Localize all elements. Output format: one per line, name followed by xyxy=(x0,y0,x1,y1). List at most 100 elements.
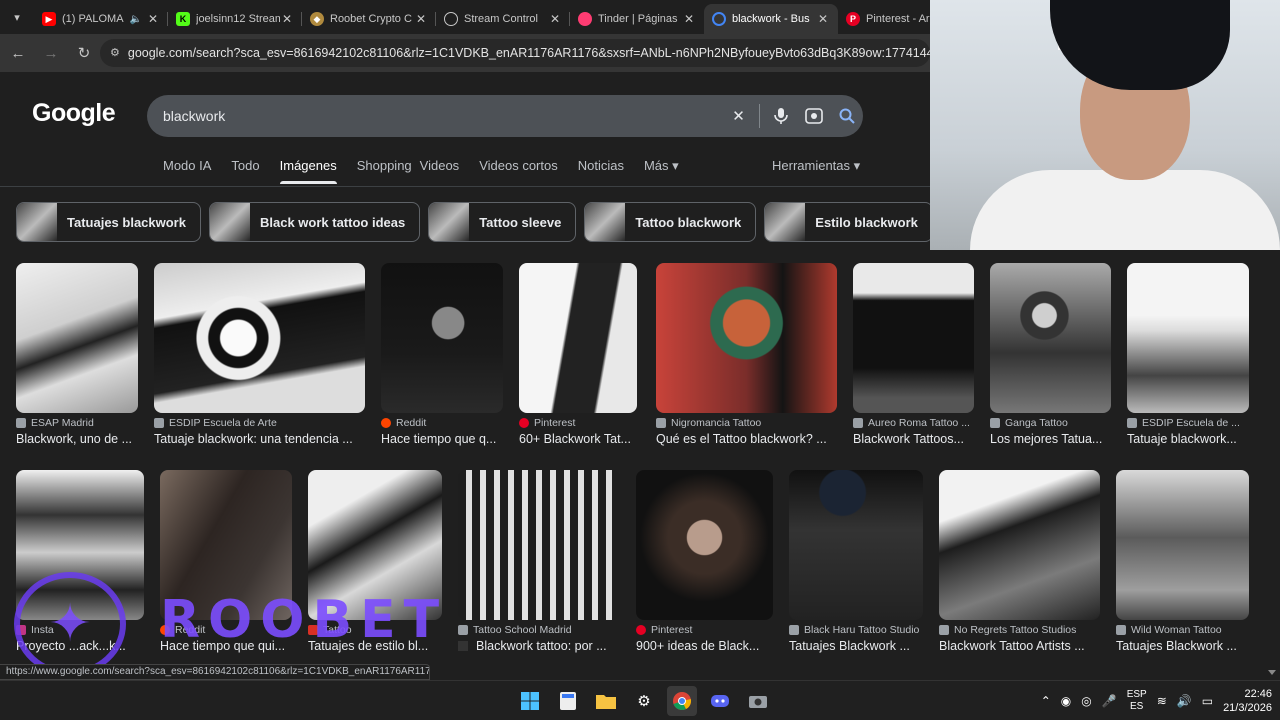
discord-icon[interactable] xyxy=(705,686,735,716)
chip[interactable]: Tattoo sleeve xyxy=(428,202,577,242)
site-favicon-icon xyxy=(16,418,26,428)
settings-app-icon[interactable]: ⚙ xyxy=(629,686,659,716)
tab-roobet[interactable]: ◆ Roobet Crypto C ✕ xyxy=(302,4,436,34)
result-image[interactable] xyxy=(939,470,1100,620)
result-caption[interactable]: Tatuajes Blackwork ... xyxy=(1116,639,1249,653)
webcam-overlay xyxy=(930,0,1280,250)
result-caption[interactable]: Blackwork, uno de ... xyxy=(16,432,138,446)
result-image[interactable] xyxy=(990,263,1111,413)
language-indicator[interactable]: ESP ES xyxy=(1127,689,1147,713)
chip-thumbnail xyxy=(17,203,57,241)
image-result[interactable]: ESDIP Escuela de Arte Tatuaje blackwork:… xyxy=(154,263,365,446)
close-tab-icon[interactable]: ✕ xyxy=(682,12,696,26)
result-caption[interactable]: Blackwork Tattoos... xyxy=(853,432,974,446)
image-result[interactable]: Pinterest 900+ ideas de Black... xyxy=(636,470,773,653)
calculator-icon[interactable] xyxy=(553,686,583,716)
search-input[interactable] xyxy=(163,108,722,124)
close-tab-icon[interactable]: ✕ xyxy=(414,12,428,26)
image-result[interactable]: Pinterest 60+ Blackwork Tat... xyxy=(519,263,637,446)
result-caption[interactable]: Qué es el Tattoo blackwork? ... xyxy=(656,432,837,446)
close-tab-icon[interactable]: ✕ xyxy=(816,12,830,26)
tab-todo[interactable]: Todo xyxy=(231,158,259,182)
close-tab-icon[interactable]: ✕ xyxy=(548,12,562,26)
address-bar[interactable]: ⚙ google.com/search?sca_esv=8616942102c8… xyxy=(100,39,930,67)
reload-icon[interactable]: ↻ xyxy=(69,38,99,68)
tab-search-menu-icon[interactable]: ▾ xyxy=(0,0,34,34)
result-image[interactable] xyxy=(16,263,138,413)
tab-youtube[interactable]: ▶ (1) PALOMA 🔈 ✕ xyxy=(34,4,168,34)
result-image[interactable] xyxy=(853,263,974,413)
image-result[interactable]: Wild Woman Tattoo Tatuajes Blackwork ... xyxy=(1116,470,1249,653)
chrome-icon[interactable] xyxy=(667,686,697,716)
discord-tray-icon[interactable]: ◉ xyxy=(1061,694,1071,708)
forward-icon[interactable]: → xyxy=(36,38,66,68)
image-result[interactable]: No Regrets Tattoo Studios Blackwork Tatt… xyxy=(939,470,1100,653)
close-tab-icon[interactable]: ✕ xyxy=(280,12,294,26)
result-caption[interactable]: 60+ Blackwork Tat... xyxy=(519,432,637,446)
chip[interactable]: Black work tattoo ideas xyxy=(208,202,421,242)
scroll-down-icon[interactable] xyxy=(1268,670,1276,675)
result-image[interactable] xyxy=(154,263,365,413)
tab-imagenes[interactable]: Imágenes xyxy=(279,158,337,184)
file-explorer-icon[interactable] xyxy=(591,686,621,716)
tab-title: Tinder | Páginas xyxy=(598,13,678,25)
result-caption[interactable]: Los mejores Tatua... xyxy=(990,432,1111,446)
battery-icon[interactable]: ▭ xyxy=(1202,694,1213,708)
clear-icon[interactable]: ✕ xyxy=(722,95,755,137)
volume-icon[interactable]: 🔊 xyxy=(1177,694,1192,708)
windows-start-icon[interactable] xyxy=(515,686,545,716)
google-logo[interactable]: Google xyxy=(32,99,116,128)
result-image[interactable] xyxy=(458,470,620,620)
lens-camera-icon[interactable] xyxy=(797,95,830,137)
image-result[interactable]: Reddit Hace tiempo que q... xyxy=(381,263,503,446)
microphone-tray-icon[interactable]: 🎤 xyxy=(1102,694,1117,708)
site-info-icon[interactable]: ⚙ xyxy=(110,46,120,60)
image-result[interactable]: ESDIP Escuela de ... Tatuaje blackwork..… xyxy=(1127,263,1249,446)
image-result[interactable]: ESAP Madrid Blackwork, uno de ... xyxy=(16,263,138,446)
result-caption[interactable]: 900+ ideas de Black... xyxy=(636,639,773,653)
result-image[interactable] xyxy=(789,470,923,620)
result-image[interactable] xyxy=(519,263,637,413)
chip[interactable]: Estilo blackwork xyxy=(764,202,933,242)
result-caption[interactable]: Blackwork tattoo: por ... xyxy=(458,639,620,653)
image-result[interactable]: Black Haru Tattoo Studio Tatuajes Blackw… xyxy=(789,470,923,653)
result-caption[interactable]: Hace tiempo que q... xyxy=(381,432,503,446)
back-icon[interactable]: ← xyxy=(3,38,33,68)
result-caption[interactable]: Tatuajes Blackwork ... xyxy=(789,639,923,653)
camera-app-icon[interactable] xyxy=(743,686,773,716)
tab-tinder[interactable]: Tinder | Páginas ✕ xyxy=(570,4,704,34)
result-caption[interactable]: Tatuaje blackwork: una tendencia ... xyxy=(154,432,365,446)
tab-google-search[interactable]: blackwork - Bus ✕ xyxy=(704,4,838,34)
chip[interactable]: Tattoo blackwork xyxy=(584,202,757,242)
wifi-icon[interactable]: ≋ xyxy=(1157,694,1167,708)
speaker-icon[interactable]: 🔈 xyxy=(130,14,142,25)
result-caption[interactable]: Tatuaje blackwork... xyxy=(1127,432,1249,446)
close-tab-icon[interactable]: ✕ xyxy=(146,12,160,26)
microphone-icon[interactable] xyxy=(764,95,797,137)
tab-stream-control[interactable]: Stream Control ✕ xyxy=(436,4,570,34)
image-result[interactable]: Aureo Roma Tattoo ... Blackwork Tattoos.… xyxy=(853,263,974,446)
tab-noticias[interactable]: Noticias xyxy=(578,158,624,182)
tools-button[interactable]: Herramientas ▾ xyxy=(772,158,860,174)
chevron-up-icon[interactable]: ⌃ xyxy=(1041,694,1051,708)
tab-videos[interactable]: Videos xyxy=(420,158,460,182)
result-image[interactable] xyxy=(381,263,503,413)
result-caption[interactable]: Blackwork Tattoo Artists ... xyxy=(939,639,1100,653)
tab-videos-cortos[interactable]: Videos cortos xyxy=(479,158,558,182)
clock[interactable]: 22:46 21/3/2026 xyxy=(1223,687,1272,715)
result-image[interactable] xyxy=(1127,263,1249,413)
result-image[interactable] xyxy=(1116,470,1249,620)
tab-modo-ia[interactable]: Modo IA xyxy=(163,158,211,182)
result-image[interactable] xyxy=(636,470,773,620)
tab-kick[interactable]: K joelsinn12 Stream ✕ xyxy=(168,4,302,34)
search-icon[interactable] xyxy=(830,95,863,137)
chip[interactable]: Tatuajes blackwork xyxy=(16,202,201,242)
image-result[interactable]: Ganga Tattoo Los mejores Tatua... xyxy=(990,263,1111,446)
tab-mas[interactable]: Más ▾ xyxy=(644,158,679,182)
result-image[interactable] xyxy=(656,263,837,413)
tab-shopping[interactable]: Shopping xyxy=(357,158,412,182)
image-result[interactable]: Nigromancia Tattoo Qué es el Tattoo blac… xyxy=(656,263,837,446)
image-result[interactable]: Tattoo School Madrid Blackwork tattoo: p… xyxy=(458,470,620,653)
steam-tray-icon[interactable]: ◎ xyxy=(1081,694,1091,708)
screen: ▾ ▶ (1) PALOMA 🔈 ✕ K joelsinn12 Stream ✕… xyxy=(0,0,1280,720)
